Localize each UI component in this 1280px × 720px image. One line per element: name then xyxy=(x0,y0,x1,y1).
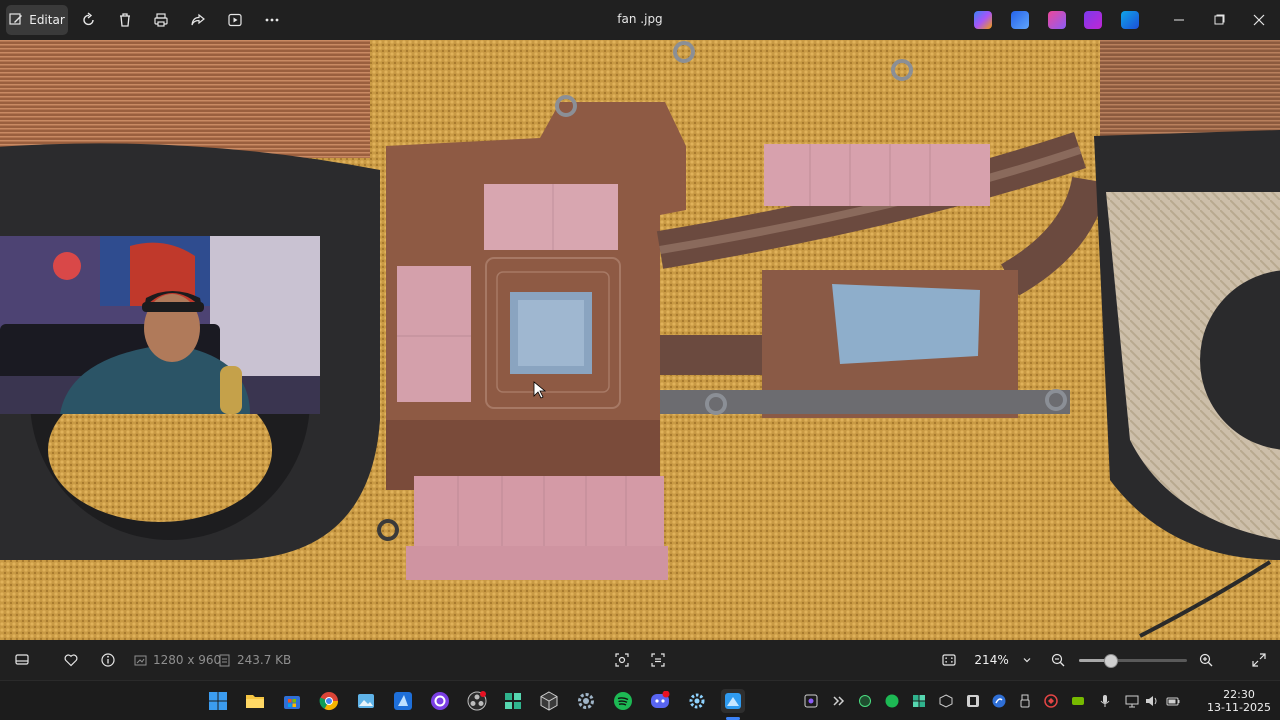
clock-date: 13-11-2025 xyxy=(1207,701,1271,714)
app-purple-icon[interactable] xyxy=(428,689,452,713)
minimize-icon[interactable] xyxy=(1169,10,1189,30)
visual-search-icon[interactable] xyxy=(612,650,632,670)
system-clock[interactable]: 22:30 13-11-2025 xyxy=(1206,688,1272,714)
webcam-overlay xyxy=(0,236,320,414)
store-icon[interactable] xyxy=(280,689,304,713)
copilot-icon[interactable] xyxy=(974,11,992,29)
zoom-level-value: 214% xyxy=(974,653,1009,667)
share-icon[interactable] xyxy=(188,10,208,30)
image-dimensions-label: 1280 x 960 xyxy=(153,653,222,667)
start-icon[interactable] xyxy=(206,689,230,713)
edit-button-label: Editar xyxy=(29,13,65,27)
slideshow-icon[interactable] xyxy=(225,10,245,30)
app-cube-icon[interactable] xyxy=(537,689,561,713)
tray-app-7-icon[interactable] xyxy=(1042,692,1060,710)
info-icon[interactable] xyxy=(98,650,118,670)
tray-app-2-icon[interactable] xyxy=(829,692,847,710)
photos-app-icon[interactable] xyxy=(354,689,378,713)
tray-app-5-icon[interactable] xyxy=(964,692,982,710)
edit-button[interactable]: Editar xyxy=(6,5,68,35)
tray-app-6-icon[interactable] xyxy=(990,692,1008,710)
title-bar: Editar fan .jpg xyxy=(0,0,1280,40)
text-scan-icon[interactable] xyxy=(648,650,668,670)
filmstrip-icon[interactable] xyxy=(12,650,32,670)
window-title: fan .jpg xyxy=(617,12,663,26)
taskbar: 22:30 13-11-2025 xyxy=(0,680,1280,720)
fit-to-window-icon[interactable] xyxy=(939,650,959,670)
edit-icon xyxy=(9,13,23,25)
designer-icon[interactable] xyxy=(1011,11,1029,29)
image-canvas[interactable] xyxy=(0,40,1280,640)
network-icon[interactable] xyxy=(1123,692,1141,710)
clipchamp-icon[interactable] xyxy=(1084,11,1102,29)
image-size: 243.7 KB xyxy=(218,653,291,667)
azure-icon[interactable] xyxy=(391,689,415,713)
onedrive-icon[interactable] xyxy=(1121,11,1139,29)
tray-app-1-icon[interactable] xyxy=(802,692,820,710)
tray-spotify-icon[interactable] xyxy=(883,692,901,710)
app-gear-icon[interactable] xyxy=(685,689,709,713)
webcam-feed xyxy=(0,236,320,414)
file-size-icon xyxy=(219,654,230,666)
dimensions-icon xyxy=(134,655,147,665)
zoom-slider-thumb[interactable] xyxy=(1104,654,1119,668)
nvidia-icon[interactable] xyxy=(1069,692,1087,710)
fullscreen-icon[interactable] xyxy=(1249,650,1269,670)
app-grid-icon[interactable] xyxy=(501,689,525,713)
viewer-status-bar: 1280 x 960 243.7 KB 214% xyxy=(0,640,1280,680)
spotify-icon[interactable] xyxy=(611,689,635,713)
clock-time: 22:30 xyxy=(1223,688,1255,701)
usb-icon[interactable] xyxy=(1016,692,1034,710)
battery-icon[interactable] xyxy=(1164,692,1182,710)
volume-icon[interactable] xyxy=(1143,692,1161,710)
obs-icon[interactable] xyxy=(465,689,489,713)
maximize-icon[interactable] xyxy=(1209,10,1229,30)
rotate-icon[interactable] xyxy=(79,10,99,30)
discord-icon[interactable] xyxy=(648,689,672,713)
zoom-in-icon[interactable] xyxy=(1196,650,1216,670)
zoom-out-icon[interactable] xyxy=(1048,650,1068,670)
zoom-slider[interactable] xyxy=(1079,654,1187,668)
chevron-down-icon xyxy=(1023,658,1031,663)
print-icon[interactable] xyxy=(151,10,171,30)
image-dimensions: 1280 x 960 xyxy=(134,653,221,667)
delete-icon[interactable] xyxy=(115,10,135,30)
favorite-icon[interactable] xyxy=(61,650,81,670)
more-icon[interactable] xyxy=(262,10,282,30)
tray-app-grid-icon[interactable] xyxy=(910,692,928,710)
file-explorer-icon[interactable] xyxy=(243,689,267,713)
photos-active-icon[interactable] xyxy=(721,689,745,713)
tray-app-3-icon[interactable] xyxy=(856,692,874,710)
paint-icon[interactable] xyxy=(1048,11,1066,29)
image-size-label: 243.7 KB xyxy=(237,653,292,667)
zoom-level-select[interactable]: 214% xyxy=(968,646,1038,674)
chrome-icon[interactable] xyxy=(317,689,341,713)
microphone-icon[interactable] xyxy=(1096,692,1114,710)
settings-icon[interactable] xyxy=(574,689,598,713)
tray-app-4-icon[interactable] xyxy=(937,692,955,710)
close-icon[interactable] xyxy=(1249,10,1269,30)
